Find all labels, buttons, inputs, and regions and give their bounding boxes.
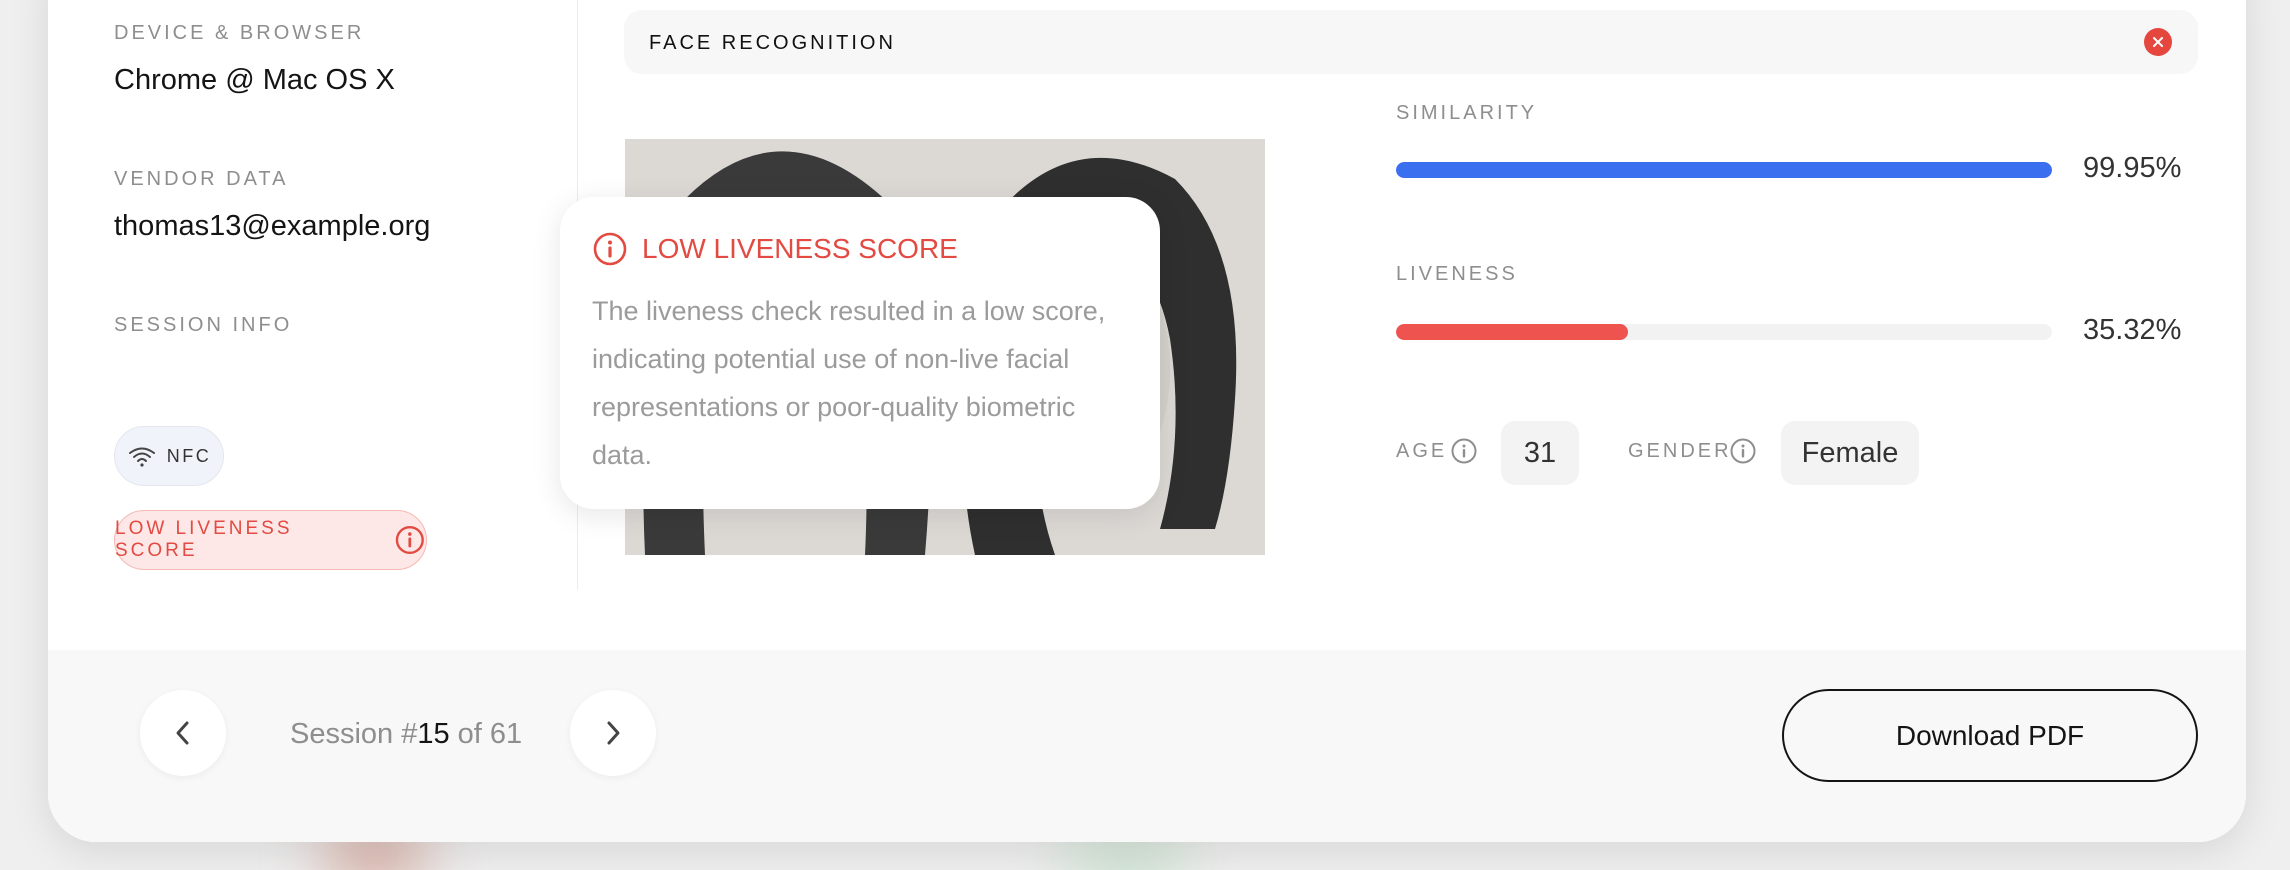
info-icon[interactable] — [1729, 437, 1757, 465]
tooltip-title: LOW LIVENESS SCORE — [642, 233, 958, 264]
device-browser-label: DEVICE & BROWSER — [114, 22, 365, 44]
nfc-badge-label: NFC — [166, 445, 212, 466]
wifi-icon — [128, 447, 155, 467]
low-liveness-badge[interactable]: LOW LIVENESS SCORE — [114, 510, 427, 570]
session-prefix: Session # — [290, 718, 418, 750]
session-footer: Session #15 of 61 Download PDF — [48, 650, 2246, 842]
age-value: 31 — [1501, 421, 1579, 485]
session-number: 15 — [417, 718, 450, 750]
similarity-bar-fill — [1396, 162, 2052, 178]
session-details-panel: DEVICE & BROWSER Chrome @ Mac OS X VENDO… — [48, 0, 578, 590]
next-session-button[interactable] — [570, 690, 656, 776]
close-icon[interactable] — [2144, 28, 2172, 56]
device-browser-value: Chrome @ Mac OS X — [114, 64, 395, 96]
face-recognition-title: FACE RECOGNITION — [649, 32, 896, 54]
info-icon — [593, 232, 627, 266]
liveness-tooltip: LOW LIVENESS SCORE The liveness check re… — [560, 197, 1160, 509]
similarity-label: SIMILARITY — [1396, 102, 1538, 124]
low-liveness-badge-label: LOW LIVENESS SCORE — [115, 518, 293, 561]
gender-value: Female — [1781, 421, 1919, 485]
liveness-bar — [1396, 324, 2052, 340]
similarity-bar — [1396, 162, 2052, 178]
info-icon — [396, 525, 425, 555]
download-pdf-button[interactable]: Download PDF — [1782, 689, 2198, 782]
chevron-left-icon — [176, 721, 189, 745]
info-icon[interactable] — [1450, 437, 1478, 465]
tooltip-body: The liveness check resulted in a low sco… — [592, 296, 1106, 470]
liveness-bar-fill — [1396, 324, 1628, 340]
nfc-badge: NFC — [114, 426, 224, 486]
chevron-right-icon — [607, 721, 620, 745]
vendor-data-value: thomas13@example.org — [114, 210, 431, 242]
age-label: AGE — [1396, 440, 1448, 462]
session-counter: Session #15 of 61 — [290, 718, 522, 751]
tooltip-header: LOW LIVENESS SCORE — [592, 231, 958, 267]
face-recognition-header: FACE RECOGNITION — [624, 10, 2198, 74]
vendor-data-label: VENDOR DATA — [114, 168, 289, 190]
gender-label: GENDER — [1628, 440, 1732, 462]
previous-session-button[interactable] — [140, 690, 226, 776]
session-info-label: SESSION INFO — [114, 314, 293, 336]
similarity-value: 99.95% — [2083, 152, 2182, 184]
liveness-value: 35.32% — [2083, 314, 2182, 346]
session-suffix: of 61 — [449, 718, 523, 750]
liveness-label: LIVENESS — [1396, 263, 1518, 285]
